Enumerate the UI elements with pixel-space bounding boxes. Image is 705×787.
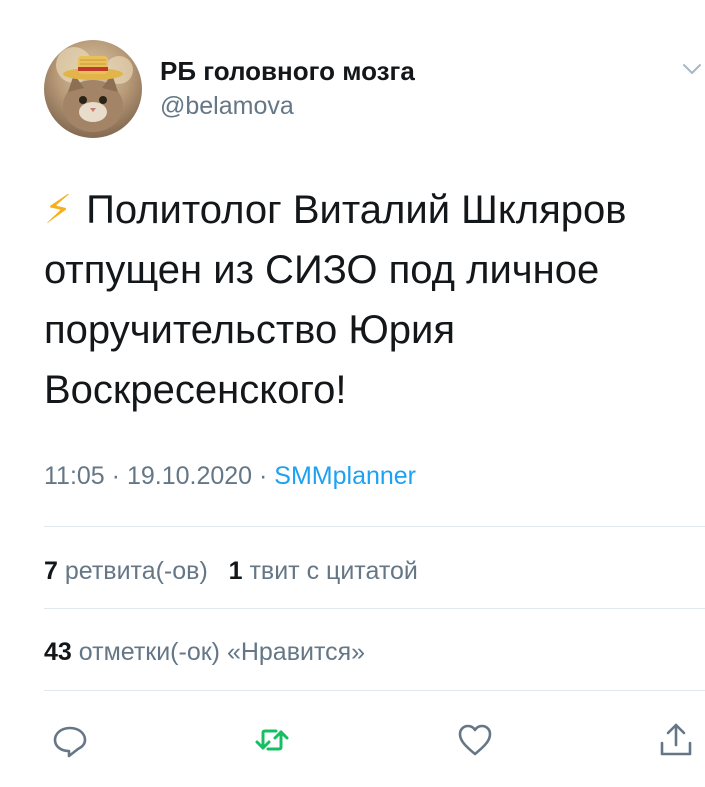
tweet-line: отпущен из СИЗО под личное	[44, 248, 600, 292]
likes-count: 43	[44, 638, 72, 666]
tweet-source-link[interactable]: SMMplanner	[274, 462, 416, 490]
quotes-link[interactable]: 1 твит с цитатой	[229, 557, 418, 585]
tweet-time[interactable]: 11:05	[44, 462, 105, 490]
reply-icon[interactable]	[50, 720, 90, 760]
quotes-count: 1	[228, 557, 243, 585]
chevron-down-icon[interactable]	[682, 62, 702, 76]
meta-separator: ·	[104, 462, 127, 490]
like-icon[interactable]	[455, 720, 495, 760]
retweets-stats: 7 ретвита(-ов) 1 твит с цитатой	[44, 557, 418, 586]
tweet-detail: РБ головного мозга @belamova ⚡ Политолог …	[0, 0, 705, 787]
retweet-icon[interactable]	[252, 720, 292, 760]
divider	[44, 690, 705, 691]
divider	[44, 608, 705, 609]
divider	[44, 526, 705, 527]
avatar[interactable]	[44, 40, 142, 138]
share-icon[interactable]	[656, 720, 696, 760]
tweet-date[interactable]: 19.10.2020	[127, 462, 252, 490]
retweets-count: 7	[44, 557, 58, 585]
quotes-label: твит с цитатой	[249, 557, 418, 585]
tweet-meta: 11:05 · 19.10.2020 · SMMplanner	[44, 462, 416, 491]
likes-stats: 43 отметки(-ок) «Нравится»	[44, 638, 365, 667]
tweet-line: Воскресенского!	[44, 368, 347, 412]
retweets-link[interactable]: 7 ретвита(-ов)	[44, 557, 208, 585]
author-display-name[interactable]: РБ головного мозга	[160, 56, 415, 87]
tweet-line: ⚡ Политолог Виталий Шкляров	[44, 188, 627, 232]
tweet-line: поручительство Юрия	[44, 308, 455, 352]
tweet-text: ⚡ Политолог Виталий Шкляров отпущен из СИ…	[44, 180, 684, 420]
retweets-label: ретвита(-ов)	[64, 557, 208, 585]
author-handle[interactable]: @belamova	[160, 92, 294, 121]
meta-separator: ·	[252, 462, 275, 490]
likes-label: отметки(-ок) «Нравится»	[78, 638, 366, 666]
likes-link[interactable]: 43 отметки(-ок) «Нравится»	[44, 638, 365, 666]
lightning-icon: ⚡	[44, 188, 73, 232]
